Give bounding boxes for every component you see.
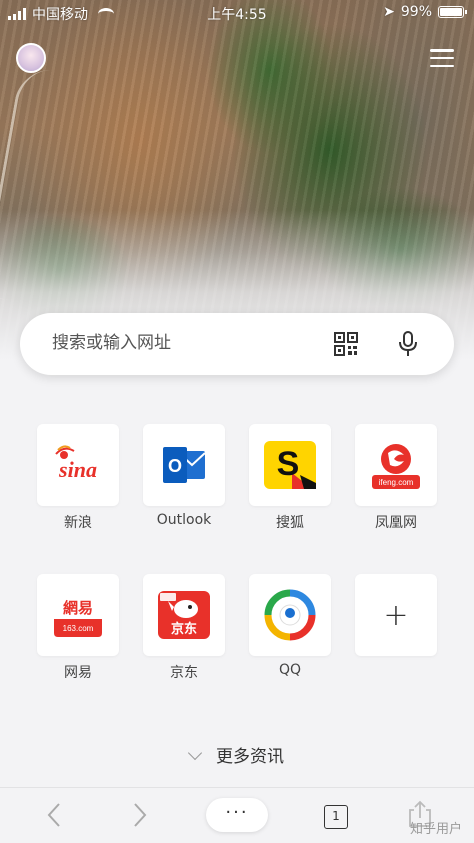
more-news-label: 更多资讯 bbox=[216, 747, 284, 767]
sohu-logo-text: S bbox=[277, 445, 300, 483]
ifeng-logo-text: ifeng.com bbox=[379, 478, 414, 487]
main-menu-button[interactable]: ··· bbox=[206, 798, 268, 832]
jd-logo-text: 京东 bbox=[171, 621, 197, 637]
sina-logo: sina bbox=[37, 424, 119, 506]
163-logo-text: 網易 bbox=[63, 599, 93, 617]
add-icon-glyph: + bbox=[383, 597, 409, 633]
hamburger-menu-icon[interactable] bbox=[430, 49, 454, 67]
outlook-logo: O bbox=[143, 424, 225, 506]
shortcut-ifeng[interactable]: ifeng.com 凤凰网 bbox=[355, 424, 437, 532]
jd-logo: 京东 bbox=[143, 574, 225, 656]
sina-logo-text: sina bbox=[58, 457, 97, 482]
shortcut-jd[interactable]: 京东 京东 bbox=[143, 574, 225, 682]
shortcut-outlook[interactable]: O Outlook bbox=[143, 424, 225, 528]
shortcut-label: Outlook bbox=[156, 512, 212, 528]
battery-percent: 99% bbox=[400, 4, 432, 20]
mountain-trail bbox=[0, 70, 81, 300]
shortcut-label: 网易 bbox=[64, 665, 92, 681]
ifeng-logo: ifeng.com bbox=[355, 424, 437, 506]
user-avatar[interactable] bbox=[16, 43, 46, 73]
shortcut-label: 新浪 bbox=[64, 515, 92, 531]
tab-count-button[interactable]: 1 bbox=[324, 805, 348, 829]
bottom-toolbar: ··· 1 知乎用户 bbox=[0, 787, 474, 843]
hero-background-image bbox=[0, 0, 474, 360]
shortcut-163[interactable]: 網易 163.com 网易 bbox=[37, 574, 119, 682]
back-arrow-icon[interactable] bbox=[42, 802, 68, 828]
forward-arrow-icon[interactable] bbox=[126, 802, 152, 828]
163-logo: 網易 163.com bbox=[37, 574, 119, 656]
shortcut-label: QQ bbox=[278, 662, 302, 678]
microphone-icon[interactable] bbox=[398, 331, 418, 357]
watermark-text: 知乎用户 bbox=[409, 822, 462, 837]
qr-scan-icon[interactable] bbox=[334, 332, 358, 356]
shortcut-sina[interactable]: sina 新浪 bbox=[37, 424, 119, 532]
shortcut-label: 京东 bbox=[170, 665, 198, 681]
search-bar[interactable] bbox=[20, 313, 454, 375]
shortcut-label: 凤凰网 bbox=[375, 515, 417, 531]
more-news-button[interactable]: 更多资讯 bbox=[0, 742, 474, 767]
shortcut-label: 搜狐 bbox=[276, 515, 304, 531]
shortcut-sohu[interactable]: S 搜狐 bbox=[249, 424, 331, 532]
status-bar: 中国移动 上午4:55 ➤ 99% bbox=[0, 0, 474, 26]
shortcut-qq[interactable]: QQ bbox=[249, 574, 331, 678]
outlook-logo-text: O bbox=[168, 456, 182, 476]
163-logo-sub: 163.com bbox=[63, 624, 94, 633]
location-icon: ➤ bbox=[383, 4, 395, 20]
qq-logo bbox=[249, 574, 331, 656]
add-shortcut-button[interactable]: + bbox=[355, 574, 437, 662]
sohu-logo: S bbox=[249, 424, 331, 506]
battery-icon bbox=[438, 6, 467, 18]
search-input[interactable] bbox=[52, 333, 312, 353]
chevron-down-icon bbox=[187, 745, 203, 761]
add-icon: + bbox=[355, 574, 437, 656]
